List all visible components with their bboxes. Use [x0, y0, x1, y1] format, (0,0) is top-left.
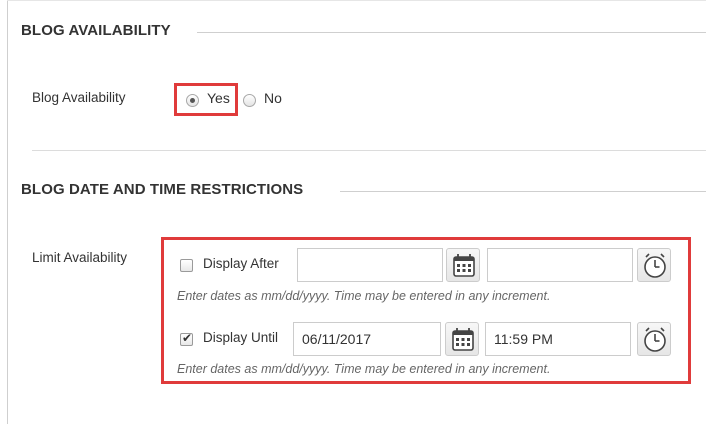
section-heading-rule [197, 32, 706, 33]
clock-icon [644, 327, 666, 352]
display-until-time-picker-button[interactable] [637, 322, 671, 356]
blog-availability-label: Blog Availability [32, 90, 126, 105]
display-until-date-picker-button[interactable] [445, 322, 479, 356]
display-after-label: Display After [203, 256, 279, 271]
section-heading-rule [340, 191, 706, 192]
radio-no[interactable] [243, 94, 256, 107]
radio-yes[interactable] [186, 94, 199, 107]
section-heading-blog-availability: BLOG AVAILABILITY [21, 22, 171, 39]
content-frame-top-border [7, 0, 706, 1]
content-frame-left-border [7, 0, 8, 424]
display-after-date-picker-button[interactable] [446, 248, 480, 282]
display-after-time-picker-button[interactable] [637, 248, 671, 282]
display-after-checkbox[interactable] [180, 259, 193, 272]
checkmark-icon: ✔ [182, 331, 193, 345]
calendar-icon [453, 254, 475, 277]
calendar-icon [452, 328, 474, 351]
radio-yes-label[interactable]: Yes [207, 90, 230, 106]
radio-no-label[interactable]: No [264, 90, 282, 106]
section-heading-date-time-restrictions: BLOG DATE AND TIME RESTRICTIONS [21, 181, 304, 198]
display-until-time-input[interactable] [485, 322, 631, 356]
display-after-time-input[interactable] [487, 248, 633, 282]
section-divider [32, 150, 706, 151]
display-until-hint: Enter dates as mm/dd/yyyy. Time may be e… [177, 362, 551, 376]
display-after-hint: Enter dates as mm/dd/yyyy. Time may be e… [177, 289, 551, 303]
display-until-checkbox[interactable]: ✔ [180, 331, 193, 346]
display-after-date-input[interactable] [297, 248, 443, 282]
limit-availability-label: Limit Availability [32, 250, 128, 265]
display-until-date-input[interactable] [293, 322, 441, 356]
display-until-label: Display Until [203, 330, 279, 345]
clock-icon [644, 253, 666, 278]
